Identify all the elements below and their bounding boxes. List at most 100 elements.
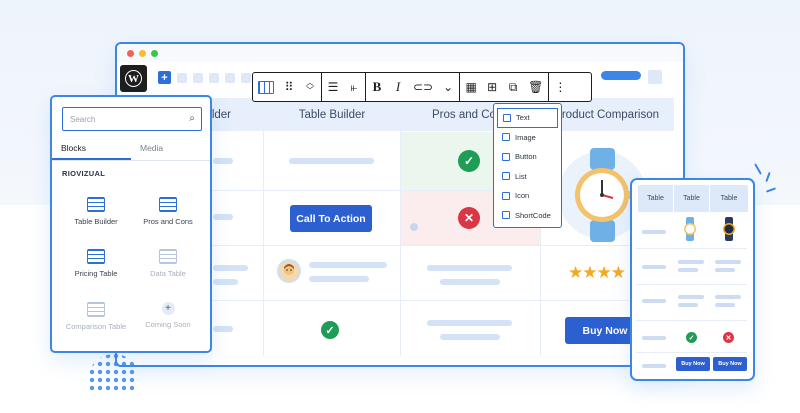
- maximize-dot-icon[interactable]: [151, 49, 158, 57]
- placeholder-bar: [440, 334, 500, 340]
- mobile-table-header[interactable]: Table: [638, 185, 673, 212]
- check-icon: ✓: [686, 332, 697, 343]
- add-block-button[interactable]: +: [158, 71, 171, 84]
- mobile-placeholder-bar: [642, 364, 666, 368]
- table-grid-icon[interactable]: ▦: [465, 80, 477, 94]
- check-icon: ✓: [458, 150, 480, 172]
- italic-button[interactable]: I: [392, 79, 404, 95]
- drag-handle-icon[interactable]: ⠿: [283, 80, 295, 94]
- mobile-placeholder-bar: [678, 260, 704, 264]
- toolbar-placeholder-icon[interactable]: [209, 73, 219, 83]
- chevron-down-icon[interactable]: ⌄: [442, 80, 454, 94]
- block-pricing-table[interactable]: Pricing Table: [61, 249, 131, 278]
- window-titlebar: [117, 44, 683, 62]
- link-icon[interactable]: ⊂⊃: [413, 80, 433, 94]
- placeholder-bar: [213, 158, 233, 164]
- more-options-icon[interactable]: ⋮: [554, 80, 566, 94]
- placeholder-bar: [427, 320, 512, 326]
- placeholder-bar: [309, 276, 369, 282]
- placeholder-bar: [213, 326, 233, 332]
- watch-small-icon: [723, 217, 735, 241]
- duplicate-icon[interactable]: ⧉: [507, 80, 519, 95]
- add-cell-icon[interactable]: ⊞: [486, 80, 498, 94]
- placeholder-bar: [440, 279, 500, 285]
- block-coming-soon[interactable]: + Coming Soon: [133, 302, 203, 329]
- block-category-title: RIOVIZUAL: [62, 169, 106, 178]
- call-to-action-button[interactable]: Call To Action: [290, 205, 372, 232]
- close-dot-icon[interactable]: [127, 49, 134, 57]
- mobile-buy-now-button[interactable]: Buy Now: [676, 357, 710, 371]
- mobile-placeholder-bar: [642, 230, 666, 234]
- placeholder-bar: [213, 214, 233, 220]
- check-icon: ✓: [321, 321, 339, 339]
- menu-item-text[interactable]: Text: [497, 108, 558, 128]
- image-icon: [502, 133, 510, 142]
- mobile-placeholder-bar: [715, 260, 741, 264]
- button-icon: [502, 152, 510, 161]
- minimize-dot-icon[interactable]: [139, 49, 146, 57]
- toolbar-placeholder-icon[interactable]: [241, 73, 251, 83]
- search-input[interactable]: Search ⌕: [62, 107, 202, 131]
- mobile-placeholder-bar: [678, 295, 704, 299]
- mobile-placeholder-bar: [715, 268, 735, 272]
- tab-media[interactable]: Media: [131, 137, 210, 160]
- list-icon: [502, 172, 510, 181]
- plus-icon: +: [161, 302, 175, 315]
- publish-button[interactable]: [601, 71, 641, 80]
- text-icon: [503, 113, 511, 122]
- align-center-icon[interactable]: ☰: [327, 80, 339, 94]
- placeholder-bar: [213, 279, 238, 285]
- shortcode-icon: [502, 211, 510, 220]
- menu-item-image[interactable]: Image: [494, 128, 561, 148]
- bold-button[interactable]: B: [371, 79, 383, 95]
- mobile-table-header[interactable]: Table: [674, 185, 709, 212]
- alignment-group: ☰ ⫦: [322, 73, 366, 101]
- icon-icon: [502, 191, 510, 200]
- mobile-placeholder-bar: [678, 268, 698, 272]
- search-icon: ⌕: [189, 113, 195, 124]
- pros-cons-icon: [159, 197, 177, 212]
- mobile-placeholder-bar: [715, 295, 741, 299]
- placeholder-bar: [289, 158, 374, 164]
- mobile-divider: [636, 320, 747, 321]
- mobile-placeholder-bar: [715, 303, 735, 307]
- toolbar-placeholder-icon[interactable]: [225, 73, 235, 83]
- table-divider: [263, 98, 264, 356]
- align-left-icon[interactable]: ⫦: [348, 80, 360, 95]
- menu-item-button[interactable]: Button: [494, 147, 561, 167]
- move-up-down-icon[interactable]: ︿ ﹀: [304, 79, 316, 95]
- menu-item-shortcode[interactable]: ShortCode: [494, 206, 561, 226]
- cross-icon: ✕: [458, 207, 480, 229]
- table-tools-group: ▦ ⊞ ⧉ 🗑: [460, 73, 550, 101]
- mobile-divider: [636, 284, 747, 285]
- wordpress-logo-icon[interactable]: W: [120, 65, 147, 92]
- block-data-table[interactable]: Data Table: [133, 249, 203, 278]
- deco-dot: [410, 223, 418, 231]
- block-comparison-table[interactable]: Comparison Table: [61, 302, 131, 331]
- menu-item-list[interactable]: List: [494, 167, 561, 187]
- mobile-placeholder-bar: [642, 265, 666, 269]
- toolbar-placeholder-icon[interactable]: [177, 73, 187, 83]
- menu-item-icon[interactable]: Icon: [494, 186, 561, 206]
- mobile-divider: [636, 352, 747, 353]
- tab-blocks[interactable]: Blocks: [52, 137, 131, 160]
- block-type-group: ⠿ ︿ ﹀: [253, 73, 322, 101]
- block-pros-and-cons[interactable]: Pros and Cons: [133, 197, 203, 226]
- delete-icon[interactable]: 🗑: [528, 80, 543, 94]
- table-header-cell[interactable]: Table Builder: [264, 98, 400, 131]
- table-block-icon[interactable]: [258, 80, 274, 94]
- placeholder-bar: [427, 265, 512, 271]
- settings-toggle-icon[interactable]: [648, 70, 662, 84]
- inserter-tabs: Blocks Media: [52, 137, 210, 161]
- toolbar-placeholder-icon[interactable]: [193, 73, 203, 83]
- data-table-icon: [159, 249, 177, 264]
- block-table-builder[interactable]: Table Builder: [61, 197, 131, 226]
- mobile-placeholder-bar: [642, 336, 666, 340]
- table-builder-icon: [87, 197, 105, 212]
- watch-small-icon: [684, 217, 696, 241]
- block-inserter-panel: Search ⌕ Blocks Media RIOVIZUAL Table Bu…: [50, 95, 212, 353]
- rating-stars-icon: ★★★★: [568, 263, 626, 282]
- placeholder-bar: [309, 262, 387, 268]
- mobile-table-header[interactable]: Table: [710, 185, 748, 212]
- mobile-buy-now-button[interactable]: Buy Now: [713, 357, 747, 371]
